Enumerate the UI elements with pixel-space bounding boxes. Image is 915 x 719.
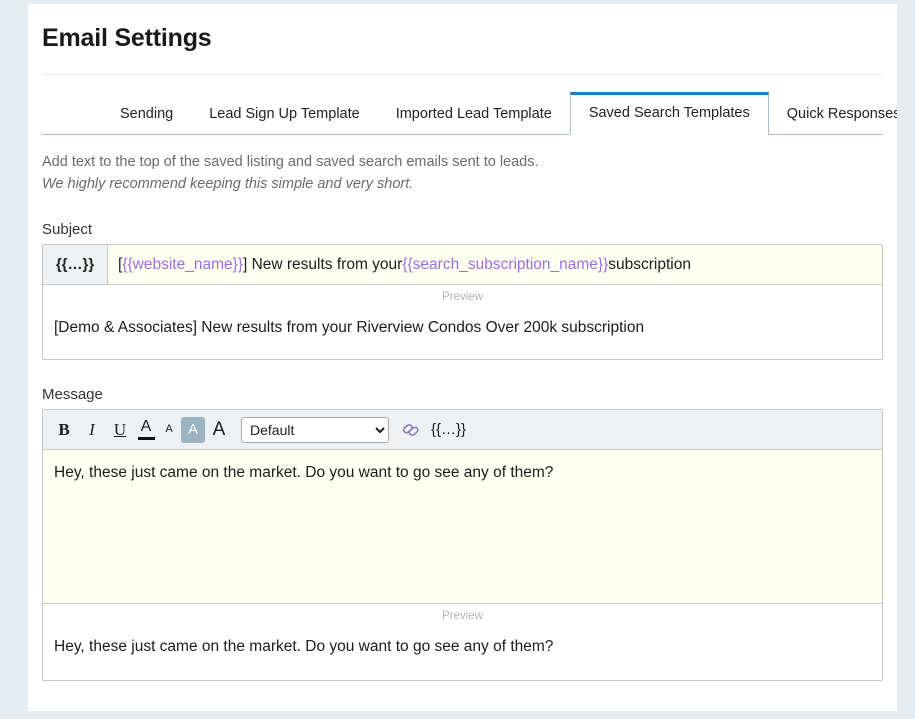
subject-merge-field-button[interactable]: {{…}} [43,245,108,284]
message-preview-label: Preview [43,604,882,624]
italic-button[interactable]: I [79,417,105,443]
tab-quick-responses[interactable]: Quick Responses [769,94,897,135]
subject-part-4: subscription [608,255,691,273]
title-divider [42,74,883,75]
text-color-swatch [137,437,155,440]
subject-preview-label: Preview [43,285,882,305]
description-line-2: We highly recommend keeping this simple … [42,176,414,192]
tab-sending[interactable]: Sending [102,94,191,135]
underline-button[interactable]: U [107,417,133,443]
tab-saved-search-templates[interactable]: Saved Search Templates [569,92,769,135]
font-size-small-button[interactable]: A [159,417,179,443]
subject-field-group: {{…}} [{{website_name}}] New results fro… [42,244,883,360]
bold-button[interactable]: B [51,417,77,443]
subject-part-2: ] New results from your [242,255,403,273]
subject-preview-value: [Demo & Associates] New results from you… [43,305,882,359]
page-title: Email Settings [42,24,212,52]
tab-imported-lead-template[interactable]: Imported Lead Template [378,94,570,135]
section-description: Add text to the top of the saved listing… [42,151,883,195]
subject-input[interactable]: [{{website_name}}] New results from your… [108,245,882,284]
editor-toolbar: B I U A A A A Default {{…}} [43,410,882,450]
subject-input-row: {{…}} [{{website_name}}] New results fro… [43,245,882,285]
settings-tabs: Sending Lead Sign Up Template Imported L… [42,90,897,135]
description-line-1: Add text to the top of the saved listing… [42,154,539,170]
font-size-medium-button[interactable]: A [181,416,205,443]
tab-lead-sign-up-template[interactable]: Lead Sign Up Template [191,94,377,135]
message-body-input[interactable]: Hey, these just came on the market. Do y… [43,450,882,604]
subject-token-website-name: {{website_name}} [122,255,243,273]
message-merge-field-button[interactable]: {{…}} [427,421,470,438]
link-icon[interactable] [399,418,423,442]
email-settings-card: Email Settings Sending Lead Sign Up Temp… [28,4,897,711]
text-color-button[interactable]: A [135,417,157,443]
message-preview-value: Hey, these just came on the market. Do y… [43,624,882,680]
font-select[interactable]: Default [241,416,389,443]
font-size-large-button[interactable]: A [207,417,231,443]
subject-token-search-subscription-name: {{search_subscription_name}} [402,255,609,273]
message-label: Message [42,386,103,403]
text-color-letter: A [140,418,152,435]
subject-label: Subject [42,221,93,238]
message-editor-group: B I U A A A A Default {{…}} Hey, these j… [42,409,883,681]
